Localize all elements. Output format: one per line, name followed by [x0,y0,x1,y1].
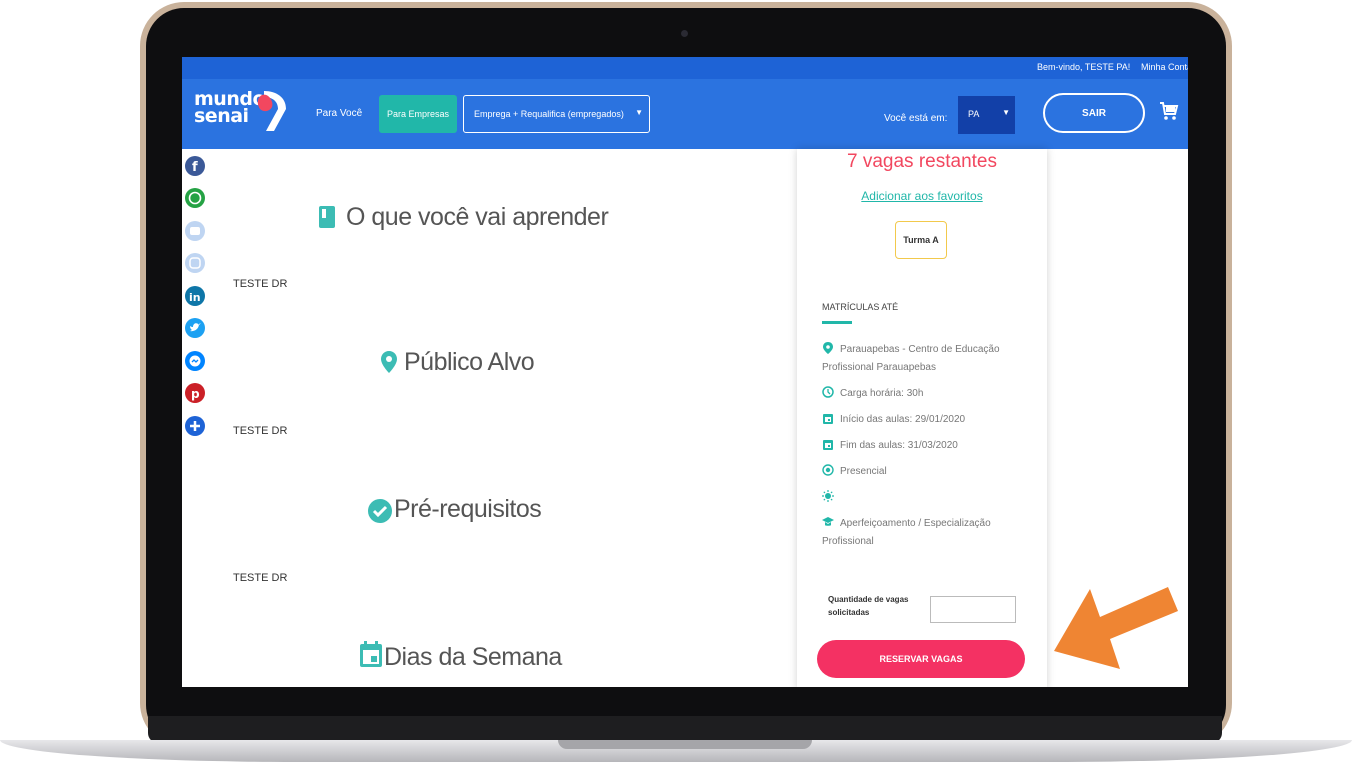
logo-mark-icon [257,91,286,131]
svg-text:in: in [189,291,201,304]
enrollment-deadline-label: MATRÍCULAS ATÉ [822,302,899,312]
caret-down-icon: ▼ [1002,108,1010,117]
orange-arrow-annotation [1054,587,1178,669]
divider [822,321,852,324]
workload-info: Carga horária: 30h [822,385,1042,403]
twitter-icon[interactable] [185,318,205,338]
sun-icon [822,490,834,502]
svg-text:f: f [192,160,198,175]
laptop-notch [558,740,812,749]
course-type-info: Aperfeiçoamento / Especialização Profiss… [822,517,991,547]
svg-text:p: p [191,387,200,401]
plus-icon[interactable] [185,416,205,436]
cart-icon[interactable] [1159,101,1179,121]
section-title: O que você vai aprender [346,203,609,231]
laptop-chin [148,716,1222,743]
whatsapp-icon[interactable] [185,188,205,208]
section-title: Pré-requisitos [394,495,542,523]
course-info-panel: 7 vagas restantes Adicionar aos favorito… [797,149,1047,687]
caret-down-icon: ▼ [635,108,643,117]
my-account-link[interactable]: Minha Conta [1141,62,1188,72]
section-text: TESTE DR [233,425,288,437]
section-title: Público Alvo [404,348,535,376]
section-text: TESTE DR [233,572,288,584]
reserve-seats-button[interactable]: RESERVAR VAGAS [817,640,1025,678]
logout-button[interactable]: SAIR [1043,93,1145,133]
youtube-icon[interactable] [185,221,205,241]
book-icon [319,206,335,228]
quantity-input[interactable] [930,596,1016,623]
add-favorites-link[interactable]: Adicionar aos favoritos [797,189,1047,203]
webcam [681,30,688,37]
graduation-cap-icon [822,517,834,526]
state-select[interactable]: PA ▼ [958,96,1015,134]
map-pin-icon [381,351,397,373]
facebook-icon[interactable]: f [185,156,205,176]
mundo-senai-logo[interactable]: mundo senai [194,88,304,139]
section-text: TESTE DR [233,278,288,290]
location-info: Parauapebas - Centro de Educação Profiss… [822,342,1000,373]
start-date-info: Início das aulas: 29/01/2020 [822,411,1042,429]
welcome-text: Bem-vindo, TESTE PA! [1037,62,1131,72]
browser-screen: Bem-vindo, TESTE PA! Minha Conta mundo s… [182,57,1188,687]
clock-icon [822,386,834,398]
top-bar: Bem-vindo, TESTE PA! Minha Conta [182,57,1188,79]
program-select-value: Emprega + Requalifica (empregados) [474,109,624,119]
calendar-icon [823,440,833,450]
location-label: Você está em: [884,113,948,124]
pinterest-icon[interactable]: p [185,383,205,403]
para-voce-link[interactable]: Para Você [316,108,362,119]
check-circle-icon [368,499,392,523]
state-select-value: PA [968,109,980,119]
instagram-icon[interactable] [185,253,205,273]
map-pin-icon [823,342,833,354]
target-icon [822,464,834,476]
linkedin-icon[interactable]: in [185,286,205,306]
logo-text: mundo senai [194,88,266,127]
main-nav: mundo senai Para Você Para Empresas Empr… [182,79,1188,149]
modality-info: Presencial [822,463,1042,481]
section-title: Dias da Semana [384,643,562,671]
quantity-label: Quantidade de vagas solicitadas [828,595,909,617]
class-a-button[interactable]: Turma A [895,221,947,259]
end-date-info: Fim das aulas: 31/03/2020 [822,437,1042,455]
remaining-seats: 7 vagas restantes [847,151,997,172]
shift-info [822,489,1042,507]
calendar-icon [823,414,833,424]
calendar-icon [360,641,382,667]
program-select[interactable]: Emprega + Requalifica (empregados) ▼ [463,95,650,133]
para-empresas-button[interactable]: Para Empresas [379,95,457,133]
messenger-icon[interactable] [185,351,205,371]
